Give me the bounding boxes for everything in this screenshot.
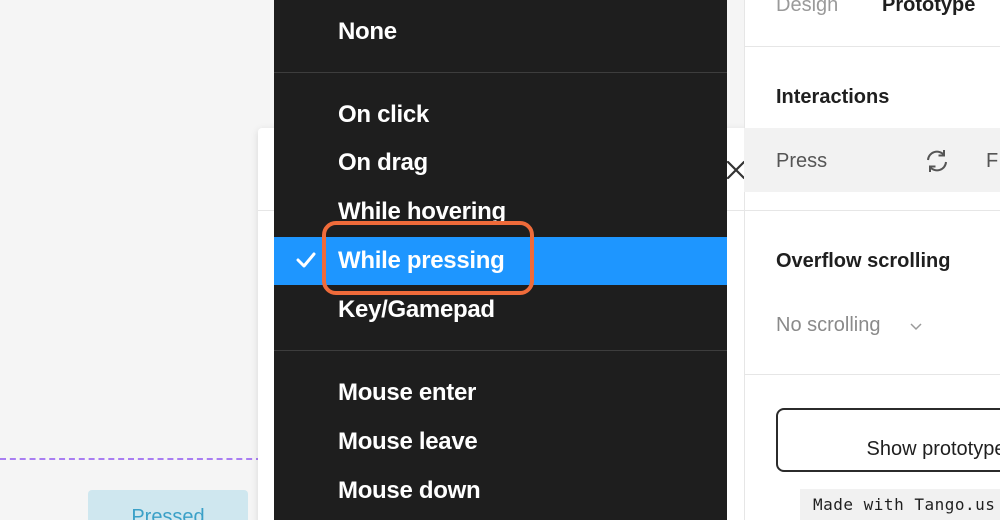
panel-divider xyxy=(744,46,1000,47)
menu-item-mouse-enter[interactable]: Mouse enter xyxy=(274,369,727,417)
highlight-annotation xyxy=(322,221,534,295)
guide-line xyxy=(0,458,262,460)
check-icon xyxy=(296,252,316,268)
menu-item-mouse-leave[interactable]: Mouse leave xyxy=(274,418,727,466)
tab-prototype[interactable]: Prototype xyxy=(882,0,975,17)
menu-item-mouse-down[interactable]: Mouse down xyxy=(274,467,727,515)
overflow-scrolling-select[interactable]: No scrolling xyxy=(776,314,880,337)
refresh-icon[interactable] xyxy=(922,146,952,176)
panel-divider xyxy=(744,374,1000,375)
overflow-scrolling-title: Overflow scrolling xyxy=(776,250,951,272)
tango-watermark: Made with Tango.us xyxy=(800,489,1000,520)
show-prototype-button[interactable]: Show prototype xyxy=(776,408,1000,472)
pressed-frame[interactable]: Pressed xyxy=(88,490,248,520)
panel-divider xyxy=(744,210,1000,211)
menu-separator xyxy=(274,72,727,73)
interactions-title: Interactions xyxy=(776,86,890,108)
interaction-action-label: F xyxy=(986,150,999,172)
chevron-down-icon[interactable] xyxy=(908,318,924,334)
menu-item-on-click[interactable]: On click xyxy=(274,91,727,139)
menu-item-none[interactable]: None xyxy=(274,8,727,56)
interaction-trigger-label: Press xyxy=(776,150,828,172)
menu-separator xyxy=(274,350,727,351)
tab-design[interactable]: Design xyxy=(776,0,838,17)
menu-item-on-drag[interactable]: On drag xyxy=(274,139,727,187)
